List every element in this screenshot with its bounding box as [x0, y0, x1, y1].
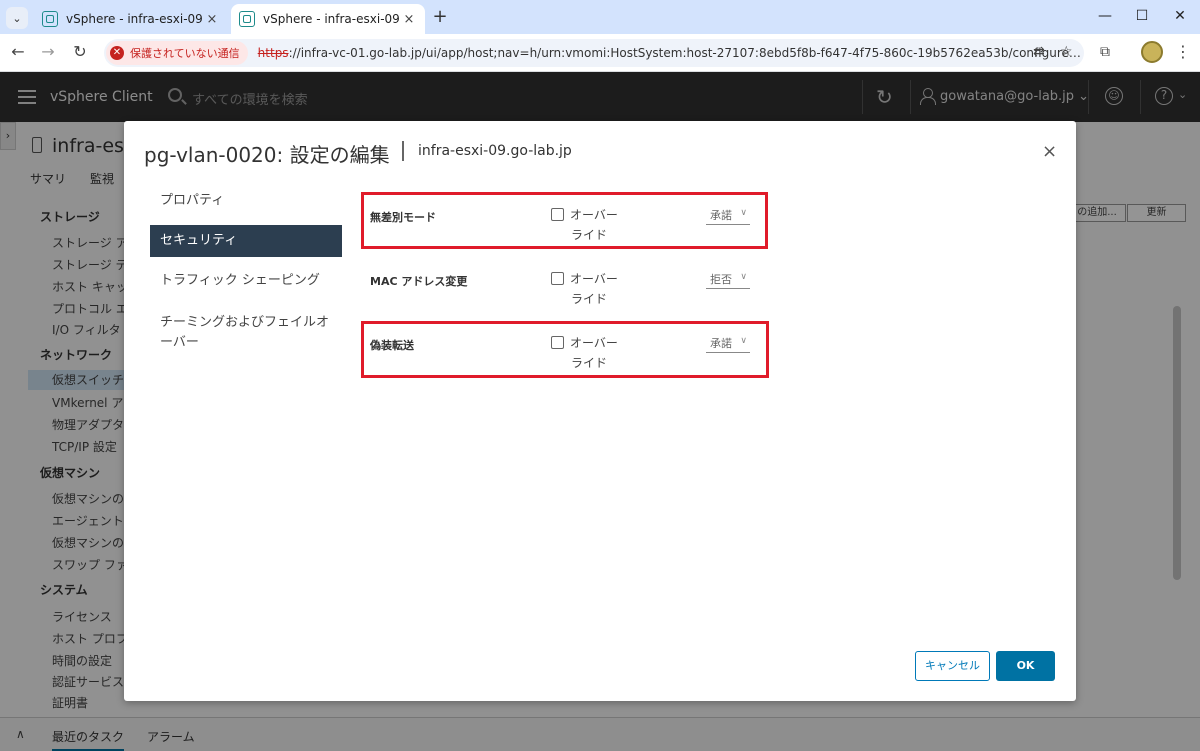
tab-close-icon[interactable]: ×: [401, 12, 417, 27]
browser-toolbar: ← → ↻ ✕ 保護されていない通信 https ://infra-vc-01.…: [0, 34, 1200, 72]
dialog-nav-security[interactable]: セキュリティ: [150, 225, 342, 257]
url-text: ://infra-vc-01.go-lab.jp/ui/app/host;nav…: [288, 46, 1084, 60]
new-tab-button[interactable]: +: [430, 8, 450, 26]
menu-icon[interactable]: ⋮: [1175, 42, 1191, 61]
chevron-down-icon: ∨: [740, 272, 747, 282]
policy-select[interactable]: 拒否 ∨: [706, 271, 750, 289]
minimize-icon[interactable]: —: [1095, 8, 1115, 24]
window-close-icon[interactable]: ✕: [1170, 8, 1190, 24]
dialog-title: pg-vlan-0020: 設定の編集: [144, 143, 390, 167]
dialog-subtitle: infra-esxi-09.go-lab.jp: [418, 143, 572, 159]
override-label: ライド: [571, 292, 608, 306]
browser-tab-active[interactable]: vSphere - infra-esxi-09.go-lab.jp ×: [231, 4, 425, 34]
star-icon[interactable]: ☆: [1060, 44, 1073, 60]
ok-button[interactable]: OK: [996, 651, 1055, 681]
browser-tabstrip: ⌄ vSphere - infra-esxi-09.go-lab.jp × vS…: [0, 0, 1200, 34]
tab-search-button[interactable]: ⌄: [6, 7, 28, 29]
maximize-icon[interactable]: ☐: [1132, 8, 1152, 24]
warning-icon: ✕: [110, 46, 124, 60]
reload-icon[interactable]: ↻: [70, 42, 90, 61]
security-label: 保護されていない通信: [130, 47, 240, 60]
tab-close-icon[interactable]: ×: [204, 12, 220, 27]
highlight-box-forged-transmits: [361, 321, 769, 378]
translate-icon[interactable]: ⇄: [1033, 44, 1045, 60]
dialog-nav-properties[interactable]: プロパティ: [150, 191, 342, 211]
dialog-nav-traffic-shaping[interactable]: トラフィック シェーピング: [150, 271, 342, 291]
profile-avatar[interactable]: [1141, 41, 1163, 63]
tab-title: vSphere - infra-esxi-09.go-lab.jp: [66, 12, 204, 26]
url-scheme: https: [257, 46, 289, 60]
highlight-box-promiscuous: [361, 192, 768, 249]
vsphere-favicon-icon: [239, 11, 255, 27]
cancel-button[interactable]: キャンセル: [915, 651, 990, 681]
policy-value: 拒否: [710, 273, 732, 286]
vsphere-favicon-icon: [42, 11, 58, 27]
edit-settings-dialog: pg-vlan-0020: 設定の編集 infra-esxi-09.go-lab…: [124, 121, 1076, 701]
extensions-icon[interactable]: ⧉: [1100, 44, 1110, 60]
policy-row-mac-change: MAC アドレス変更 オーバー ライド 拒否 ∨: [370, 271, 766, 315]
dialog-nav-teaming-failover[interactable]: チーミングおよびフェイルオーバー: [150, 313, 330, 353]
override-label: オーバー: [570, 272, 618, 286]
forward-icon[interactable]: →: [38, 42, 58, 61]
browser-tab[interactable]: vSphere - infra-esxi-09.go-lab.jp ×: [34, 4, 228, 34]
tab-title: vSphere - infra-esxi-09.go-lab.jp: [263, 12, 401, 26]
policy-label: MAC アドレス変更: [370, 275, 468, 288]
close-icon[interactable]: ×: [1042, 141, 1057, 162]
override-checkbox[interactable]: [551, 272, 564, 285]
title-separator: [402, 141, 404, 161]
back-icon[interactable]: ←: [8, 42, 28, 61]
address-bar[interactable]: ✕ 保護されていない通信 https ://infra-vc-01.go-lab…: [104, 39, 1084, 67]
security-chip[interactable]: ✕ 保護されていない通信: [106, 41, 248, 65]
